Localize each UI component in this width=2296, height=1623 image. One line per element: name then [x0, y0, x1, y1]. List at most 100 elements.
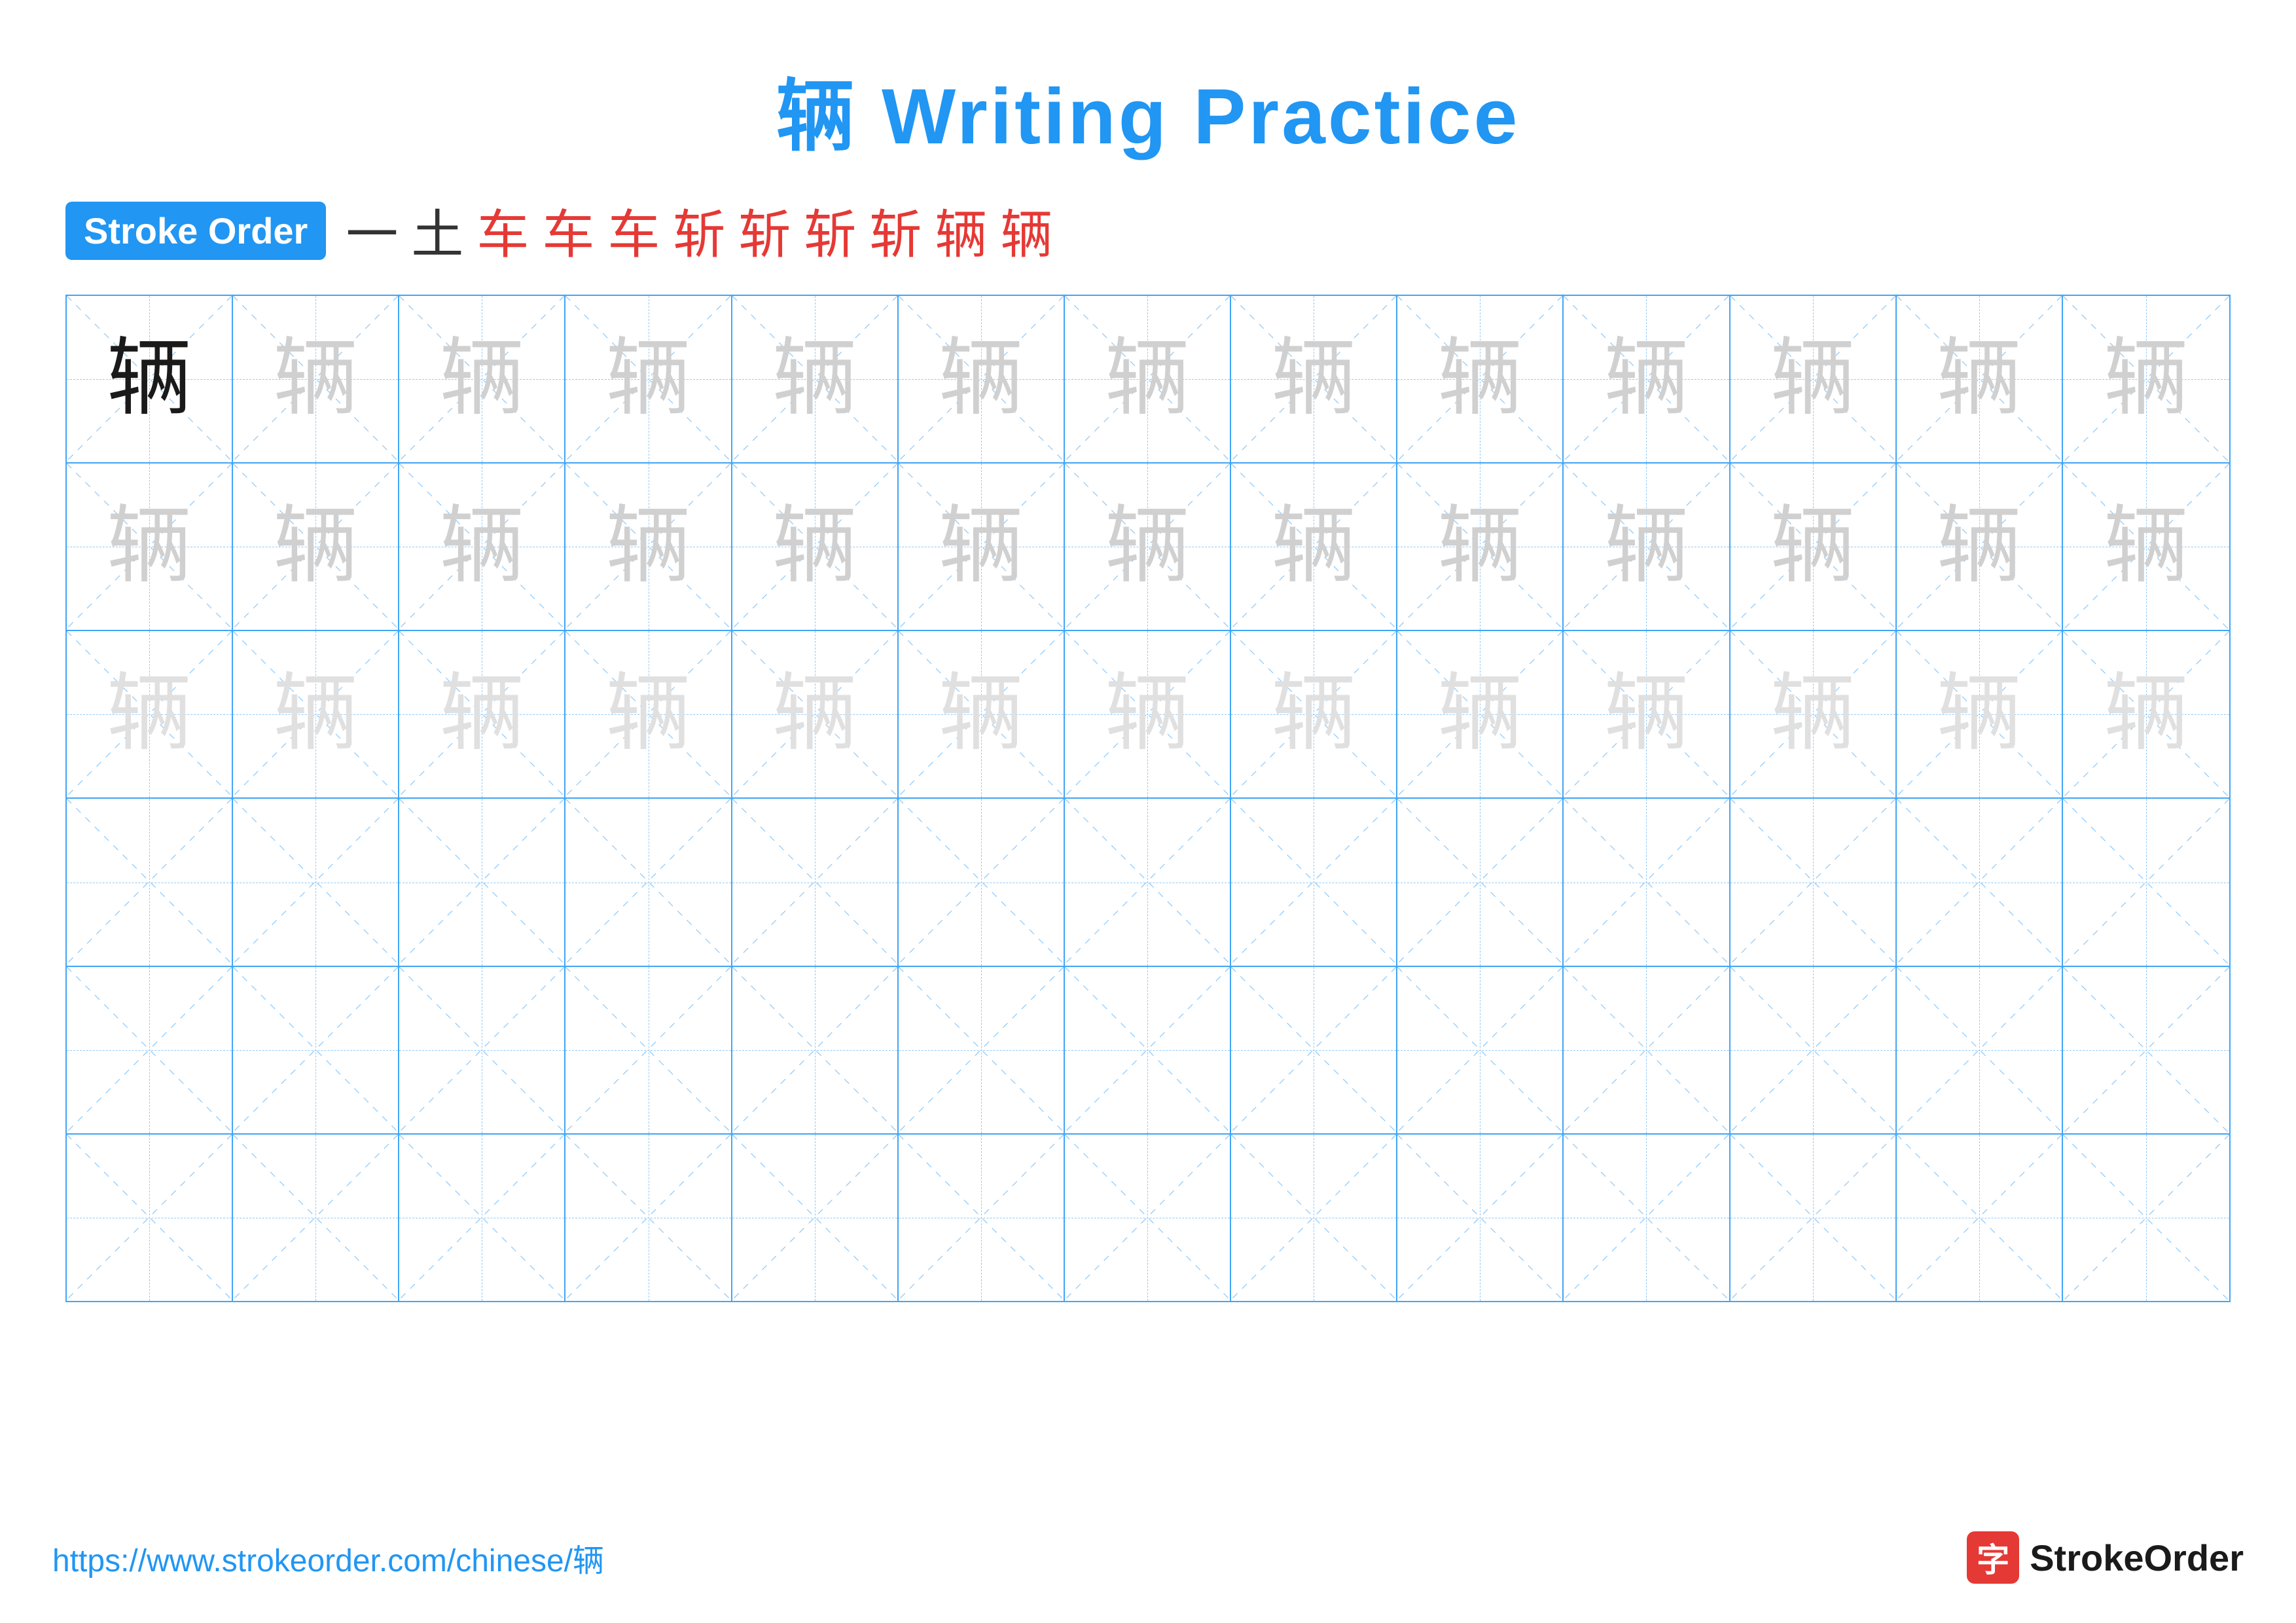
practice-char: 辆	[1937, 504, 2022, 589]
grid-cell[interactable]	[1065, 967, 1231, 1133]
grid-cell: 辆	[1231, 631, 1397, 797]
practice-char: 辆	[439, 504, 524, 589]
grid-cell[interactable]	[1564, 967, 1730, 1133]
practice-char: 辆	[273, 337, 358, 422]
grid-cell[interactable]	[399, 799, 565, 965]
grid-cell: 辆	[1564, 631, 1730, 797]
grid-cell[interactable]	[233, 799, 399, 965]
grid-cell[interactable]	[1231, 799, 1397, 965]
stroke-9: 斩	[869, 192, 922, 268]
grid-cell[interactable]	[67, 799, 233, 965]
practice-char: 辆	[1437, 337, 1522, 422]
grid-cell[interactable]	[1397, 799, 1564, 965]
grid-cell[interactable]	[233, 1135, 399, 1301]
grid-cell: 辆	[1065, 296, 1231, 462]
grid-cell: 辆	[233, 464, 399, 630]
grid-cell[interactable]	[1731, 967, 1897, 1133]
grid-cell[interactable]	[67, 1135, 233, 1301]
practice-char: 辆	[2104, 672, 2189, 757]
grid-cell[interactable]	[1897, 799, 2063, 965]
grid-cell[interactable]	[399, 1135, 565, 1301]
grid-cell[interactable]	[1065, 799, 1231, 965]
grid-cell[interactable]	[2063, 799, 2229, 965]
stroke-5: 车	[607, 192, 660, 268]
grid-cell[interactable]	[1397, 1135, 1564, 1301]
grid-cell[interactable]	[732, 1135, 899, 1301]
logo-icon: 字	[1967, 1531, 2019, 1584]
practice-char: 辆	[1604, 337, 1689, 422]
grid-cell[interactable]	[1564, 799, 1730, 965]
grid-cell: 辆	[1564, 464, 1730, 630]
footer: https://www.strokeorder.com/chinese/辆 字 …	[52, 1531, 2244, 1584]
grid-cell: 辆	[899, 464, 1065, 630]
practice-char: 辆	[1604, 504, 1689, 589]
practice-char: 辆	[273, 672, 358, 757]
grid-cell[interactable]	[399, 967, 565, 1133]
grid-cell[interactable]	[1397, 967, 1564, 1133]
grid-cell[interactable]	[565, 1135, 732, 1301]
practice-char: 辆	[1937, 337, 2022, 422]
grid-cell: 辆	[1397, 464, 1564, 630]
grid-cell: 辆	[1897, 464, 2063, 630]
footer-url[interactable]: https://www.strokeorder.com/chinese/辆	[52, 1535, 604, 1580]
grid-cell[interactable]	[565, 967, 732, 1133]
grid-row-3: 辆 辆 辆 辆 辆 辆 辆	[67, 631, 2229, 799]
grid-cell[interactable]	[899, 799, 1065, 965]
grid-cell[interactable]	[2063, 1135, 2229, 1301]
practice-char: 辆	[1770, 504, 1856, 589]
practice-char: 辆	[1937, 672, 2022, 757]
grid-cell[interactable]	[2063, 967, 2229, 1133]
grid-cell[interactable]	[899, 967, 1065, 1133]
grid-cell[interactable]	[67, 967, 233, 1133]
grid-cell[interactable]	[1231, 967, 1397, 1133]
grid-cell: 辆	[565, 464, 732, 630]
practice-char: 辆	[772, 672, 857, 757]
grid-cell: 辆	[899, 296, 1065, 462]
grid-row-5	[67, 967, 2229, 1135]
grid-cell[interactable]	[1897, 967, 2063, 1133]
stroke-7: 斩	[738, 192, 791, 268]
grid-cell[interactable]	[1897, 1135, 2063, 1301]
grid-cell: 辆	[1731, 464, 1897, 630]
grid-cell: 辆	[399, 631, 565, 797]
practice-char: 辆	[107, 337, 192, 422]
grid-cell: 辆	[1731, 631, 1897, 797]
grid-cell[interactable]	[565, 799, 732, 965]
stroke-6: 斩	[673, 192, 725, 268]
stroke-11: 辆	[1000, 192, 1052, 268]
practice-char: 辆	[107, 672, 192, 757]
practice-char: 辆	[1437, 504, 1522, 589]
grid-cell: 辆	[565, 631, 732, 797]
grid-cell[interactable]	[1564, 1135, 1730, 1301]
page-title: 辆 Writing Practice	[52, 52, 2244, 166]
grid-cell: 辆	[67, 631, 233, 797]
grid-cell[interactable]	[1065, 1135, 1231, 1301]
grid-cell[interactable]	[732, 799, 899, 965]
practice-char: 辆	[1271, 504, 1356, 589]
practice-char: 辆	[939, 672, 1024, 757]
grid-cell: 辆	[2063, 631, 2229, 797]
grid-cell: 辆	[1897, 631, 2063, 797]
grid-cell: 辆	[399, 296, 565, 462]
grid-cell: 辆	[1065, 464, 1231, 630]
grid-row-6	[67, 1135, 2229, 1301]
grid-cell[interactable]	[732, 967, 899, 1133]
grid-cell[interactable]	[1231, 1135, 1397, 1301]
practice-char: 辆	[1271, 337, 1356, 422]
logo-text: StrokeOrder	[2030, 1537, 2244, 1579]
practice-char: 辆	[606, 672, 691, 757]
practice-char: 辆	[2104, 504, 2189, 589]
grid-cell: 辆	[67, 296, 233, 462]
grid-cell[interactable]	[233, 967, 399, 1133]
stroke-10: 辆	[935, 192, 987, 268]
practice-char: 辆	[1271, 672, 1356, 757]
practice-char: 辆	[439, 672, 524, 757]
stroke-3: 车	[476, 192, 529, 268]
practice-char: 辆	[606, 337, 691, 422]
grid-cell[interactable]	[1731, 799, 1897, 965]
grid-cell: 辆	[1065, 631, 1231, 797]
grid-cell[interactable]	[1731, 1135, 1897, 1301]
grid-cell: 辆	[565, 296, 732, 462]
grid-cell: 辆	[1231, 296, 1397, 462]
grid-cell[interactable]	[899, 1135, 1065, 1301]
